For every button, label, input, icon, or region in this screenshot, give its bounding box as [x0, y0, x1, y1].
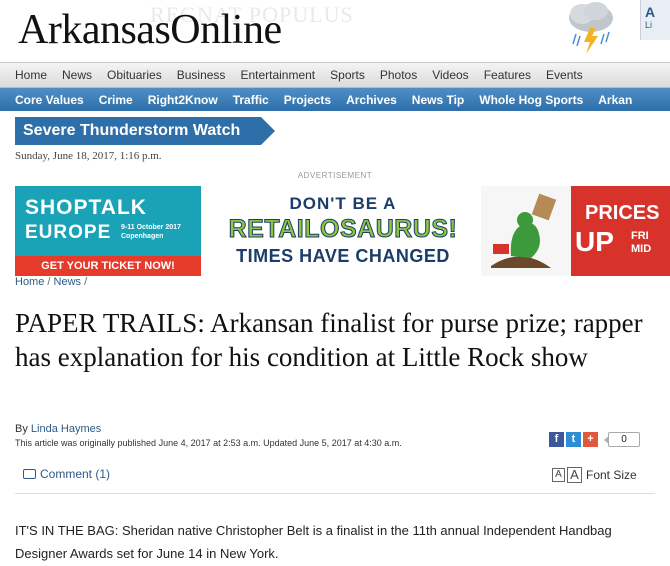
nav-obituaries[interactable]: Obituaries — [107, 68, 162, 82]
share-bar: f t + 0 — [549, 432, 640, 447]
dinosaur-illustration — [481, 186, 571, 276]
breadcrumb: Home / News / — [15, 276, 87, 288]
breadcrumb-separator: / — [47, 276, 51, 288]
weather-widget[interactable] — [566, 0, 630, 58]
nav-news[interactable]: News — [62, 68, 92, 82]
weather-alert-banner[interactable]: Severe Thunderstorm Watch — [15, 117, 275, 145]
ad-retail-line1: DON'T BE A — [289, 194, 397, 213]
current-date: Sunday, June 18, 2017, 1:16 p.m. — [15, 150, 162, 162]
share-count: 0 — [604, 432, 640, 447]
ad-shoptalk-detail: 9-11 October 2017 Copenhagen — [121, 224, 181, 240]
nav-news-tip[interactable]: News Tip — [412, 93, 464, 107]
ad-prices-line2: UP — [575, 226, 614, 257]
ad-prices[interactable]: PRICES UP FRI MID — [481, 186, 670, 276]
nav-traffic[interactable]: Traffic — [233, 93, 269, 107]
primary-nav: Home News Obituaries Business Entertainm… — [0, 62, 670, 88]
ad-prices-line3: FRI MID — [631, 230, 652, 255]
comment-link[interactable]: Comment (1) — [23, 467, 110, 481]
ad-shoptalk-line2: EUROPE — [25, 222, 112, 243]
nav-right2know[interactable]: Right2Know — [148, 93, 218, 107]
nav-crime[interactable]: Crime — [99, 93, 133, 107]
masthead: REGNAT POPULUS ArkansasOnline A Li — [0, 0, 670, 62]
nav-home[interactable]: Home — [15, 68, 47, 82]
secondary-nav: Core Values Crime Right2Know Traffic Pro… — [0, 88, 670, 111]
font-size-label: Font Size — [586, 468, 637, 482]
divider — [15, 493, 655, 494]
weather-tab-label: A — [645, 4, 656, 20]
nav-entertainment[interactable]: Entertainment — [240, 68, 315, 82]
font-increase-button[interactable]: A — [567, 467, 582, 483]
nav-archives[interactable]: Archives — [346, 93, 397, 107]
nav-whole-hog-sports[interactable]: Whole Hog Sports — [479, 93, 583, 107]
byline: By Linda Haymes — [15, 423, 101, 435]
storm-cloud-icon — [569, 2, 613, 54]
ad-prices-line1: PRICES — [585, 202, 660, 224]
font-size-controls: A A Font Size — [552, 467, 637, 483]
nav-videos[interactable]: Videos — [432, 68, 468, 82]
nav-features[interactable]: Features — [484, 68, 531, 82]
nav-business[interactable]: Business — [177, 68, 226, 82]
ad-label: ADVERTISEMENT — [297, 171, 373, 180]
weather-tab-sub: Li — [645, 20, 653, 30]
article-body: IT'S IN THE BAG: Sheridan native Christo… — [15, 523, 612, 561]
article-headline: PAPER TRAILS: Arkansan finalist for purs… — [15, 308, 643, 372]
share-plus-icon[interactable]: + — [583, 432, 598, 447]
nav-arkan[interactable]: Arkan — [598, 93, 632, 107]
author-link[interactable]: Linda Haymes — [31, 423, 101, 435]
publish-info: This article was originally published Ju… — [15, 438, 402, 448]
breadcrumb-home[interactable]: Home — [15, 276, 44, 288]
nav-sports[interactable]: Sports — [330, 68, 365, 82]
nav-projects[interactable]: Projects — [284, 93, 331, 107]
byline-prefix: By — [15, 423, 28, 435]
nav-events[interactable]: Events — [546, 68, 583, 82]
site-logo[interactable]: ArkansasOnline — [18, 6, 282, 54]
ad-retailosaurus[interactable]: DON'T BE A RETAILOSAURUS! TIMES HAVE CHA… — [212, 186, 474, 276]
article-tools: Comment (1) A A Font Size — [15, 467, 655, 491]
comment-icon — [23, 469, 36, 479]
nav-photos[interactable]: Photos — [380, 68, 417, 82]
breadcrumb-separator-2: / — [84, 276, 88, 288]
ad-shoptalk[interactable]: SHOPTALK EUROPE 9-11 October 2017 Copenh… — [15, 186, 201, 276]
ad-retail-line3: TIMES HAVE CHANGED — [236, 246, 450, 266]
twitter-icon[interactable]: t — [566, 432, 581, 447]
comment-label: Comment (1) — [40, 467, 111, 481]
font-decrease-button[interactable]: A — [552, 468, 565, 482]
weather-tab[interactable]: A Li — [640, 0, 670, 40]
facebook-icon[interactable]: f — [549, 432, 564, 447]
nav-core-values[interactable]: Core Values — [15, 93, 84, 107]
ad-prices-panel: PRICES UP FRI MID — [571, 186, 670, 276]
ad-retail-line2: RETAILOSAURUS! — [228, 215, 458, 244]
ad-shoptalk-line1: SHOPTALK — [25, 196, 147, 219]
ad-shoptalk-cta[interactable]: GET YOUR TICKET NOW! — [15, 256, 201, 276]
breadcrumb-news[interactable]: News — [54, 276, 82, 288]
